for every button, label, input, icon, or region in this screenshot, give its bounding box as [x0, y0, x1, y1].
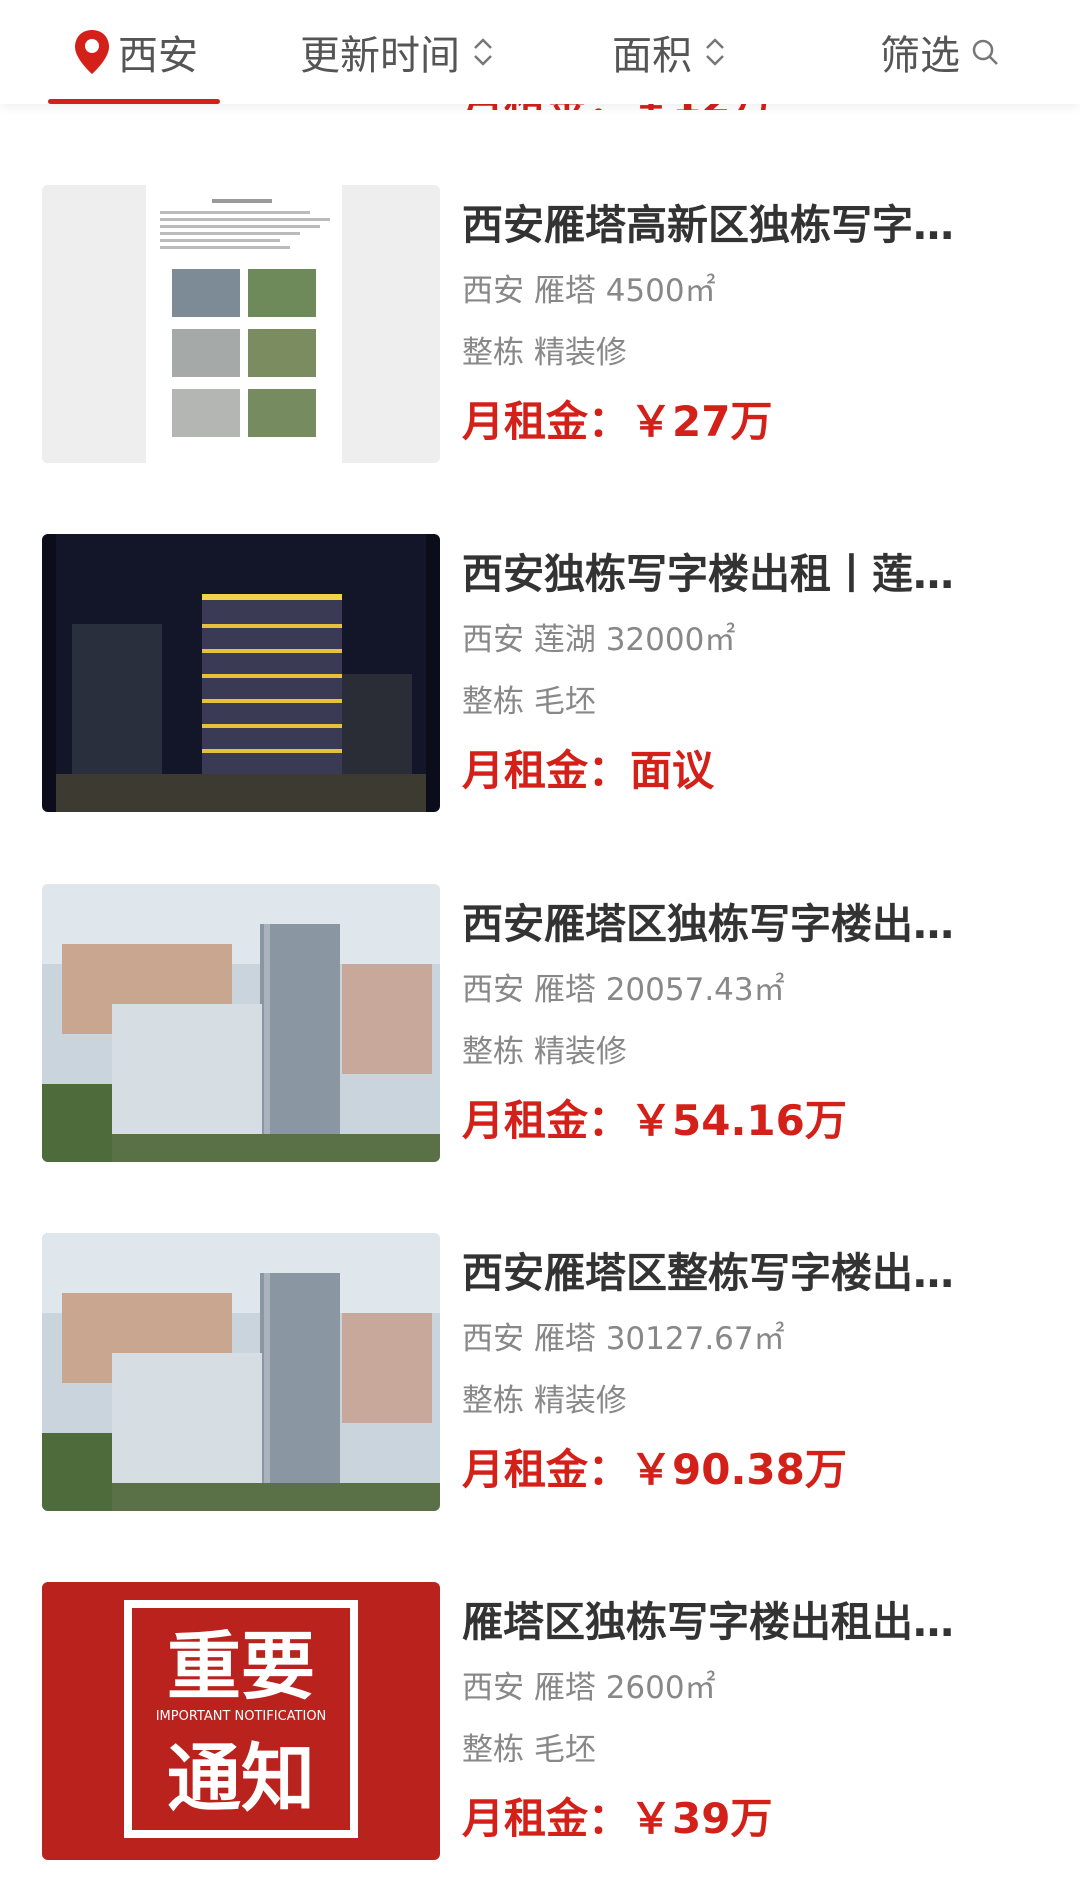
listing-location-area: 西安 雁塔 2600㎡ [462, 1670, 716, 1706]
listing-thumbnail [42, 1233, 440, 1511]
listing-features: 整栋 精装修 [462, 1034, 627, 1070]
filter-bar: 西安 更新时间 面积 筛选 [0, 0, 1080, 104]
search-icon [972, 39, 998, 65]
filter-button[interactable]: 筛选 [880, 0, 1000, 104]
sort-area-label: 面积 [612, 33, 692, 79]
sort-by-update-time[interactable]: 更新时间 [300, 0, 496, 104]
listing-features: 整栋 毛坯 [462, 684, 596, 720]
listing-thumbnail [42, 884, 440, 1162]
listing-title: 西安独栋写字楼出租丨莲… [462, 550, 954, 598]
notice-subtitle: IMPORTANT NOTIFICATION [156, 1709, 327, 1724]
listing-price: 月租金：￥27万 [462, 397, 773, 446]
listing-card[interactable]: 西安雁塔区整栋写字楼出… 西安 雁塔 30127.67㎡ 整栋 精装修 月租金：… [0, 1233, 1080, 1533]
city-selector[interactable]: 西安 [72, 0, 198, 104]
listing-price: 月租金：面议 [462, 746, 715, 795]
listing-location-area: 西安 雁塔 30127.67㎡ [462, 1321, 785, 1357]
listing-location-area: 西安 雁塔 20057.43㎡ [462, 972, 785, 1008]
listing-price: 月租金：￥39万 [462, 1794, 773, 1843]
sort-updown-icon [474, 38, 492, 66]
active-tab-indicator [48, 99, 220, 104]
listing-price: 月租金：￥90.38万 [462, 1445, 847, 1494]
listing-features: 整栋 精装修 [462, 335, 627, 371]
listing-thumbnail: 重要 IMPORTANT NOTIFICATION 通知 [42, 1582, 440, 1860]
listing-features: 整栋 毛坯 [462, 1732, 596, 1768]
location-pin-icon [75, 30, 109, 74]
listing-location-area: 西安 莲湖 32000㎡ [462, 622, 736, 658]
sort-by-area[interactable]: 面积 [612, 0, 728, 104]
sort-time-label: 更新时间 [300, 33, 460, 79]
listing-card[interactable]: 西安雁塔高新区独栋写字… 西安 雁塔 4500㎡ 整栋 精装修 月租金：￥27万 [0, 185, 1080, 485]
listing-card[interactable]: 重要 IMPORTANT NOTIFICATION 通知 雁塔区独栋写字楼出租出… [0, 1582, 1080, 1878]
listing-price: 月租金：￥54.16万 [462, 1096, 847, 1145]
notice-line2: 通知 [167, 1736, 315, 1822]
listing-title: 西安雁塔区整栋写字楼出… [462, 1249, 954, 1297]
listing-thumbnail [42, 534, 440, 812]
listing-location-area: 西安 雁塔 4500㎡ [462, 273, 716, 309]
listing-title: 雁塔区独栋写字楼出租出… [462, 1598, 954, 1646]
city-label: 西安 [118, 33, 198, 79]
listing-card[interactable]: 西安雁塔区独栋写字楼出… 西安 雁塔 20057.43㎡ 整栋 精装修 月租金：… [0, 884, 1080, 1184]
listing-thumbnail [42, 185, 440, 463]
listing-features: 整栋 精装修 [462, 1383, 627, 1419]
listing-title: 西安雁塔区独栋写字楼出… [462, 900, 954, 948]
listing-card[interactable]: 西安独栋写字楼出租丨莲… 西安 莲湖 32000㎡ 整栋 毛坯 月租金：面议 [0, 534, 1080, 834]
listing-title: 西安雁塔高新区独栋写字… [462, 201, 954, 249]
filter-label: 筛选 [880, 33, 960, 79]
sort-updown-icon [706, 38, 724, 66]
notice-line1: 重要 [167, 1624, 315, 1710]
